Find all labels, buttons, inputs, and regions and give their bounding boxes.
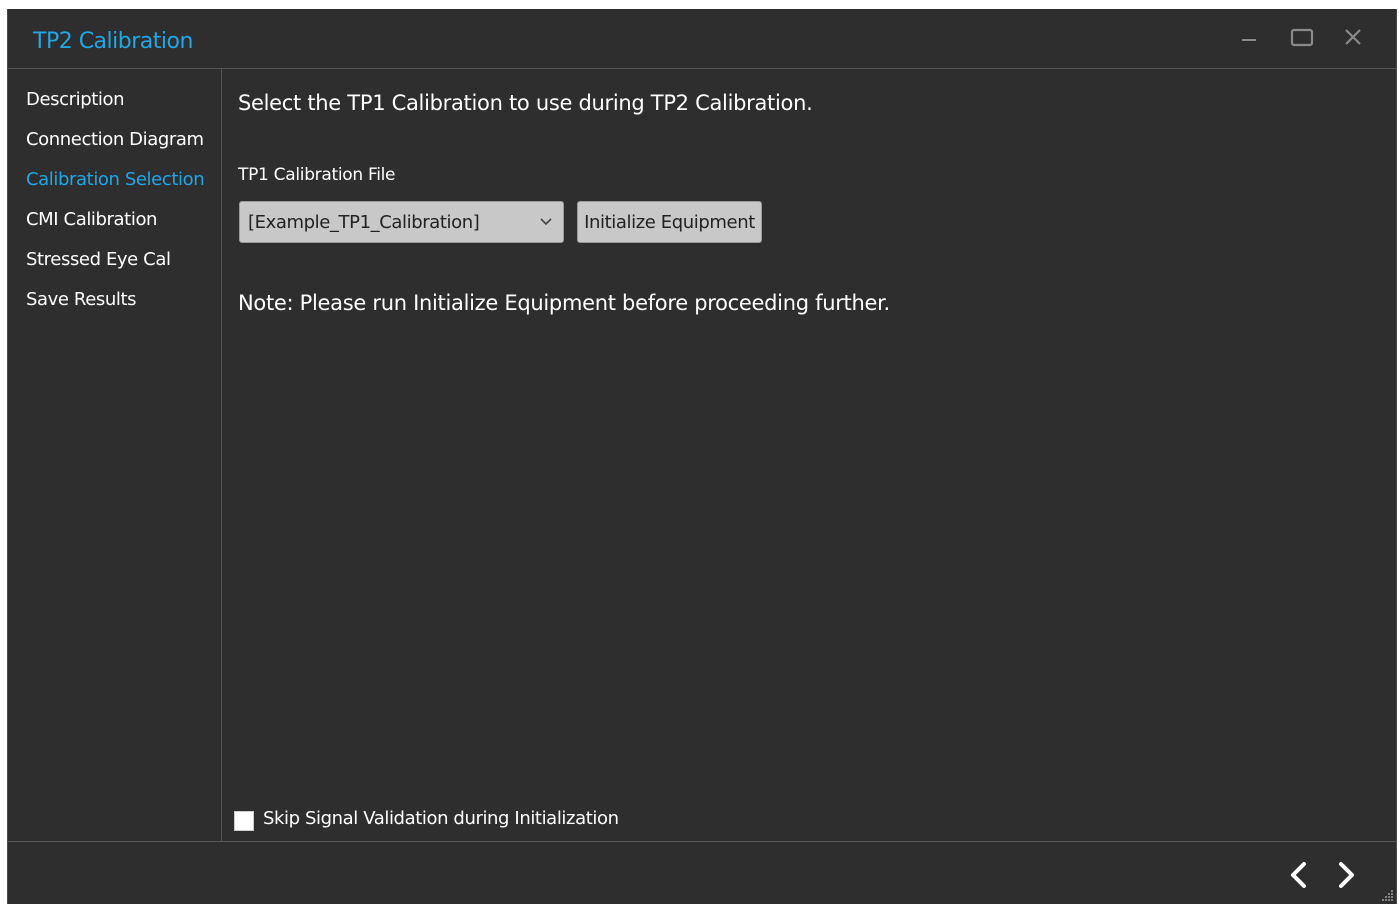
sidebar-item-cmi-calibration[interactable]: CMI Calibration xyxy=(26,209,157,230)
calibration-window: TP2 Calibration Description Connection D… xyxy=(7,9,1397,904)
main-content: Select the TP1 Calibration to use during… xyxy=(222,69,1396,841)
resize-grip-icon[interactable] xyxy=(1380,888,1394,902)
skip-signal-validation-checkbox[interactable] xyxy=(234,811,254,831)
sidebar-item-save-results[interactable]: Save Results xyxy=(26,289,137,310)
tp1-calibration-file-select[interactable]: [Example_TP1_Calibration] xyxy=(239,201,564,243)
chevron-right-icon xyxy=(1339,862,1354,888)
chevron-left-icon xyxy=(1291,862,1306,888)
initialize-equipment-button[interactable]: Initialize Equipment xyxy=(577,201,762,243)
chevron-down-icon xyxy=(540,218,552,226)
next-step-button[interactable] xyxy=(1333,860,1359,890)
sidebar-item-calibration-selection[interactable]: Calibration Selection xyxy=(26,169,205,190)
maximize-button[interactable] xyxy=(1286,23,1320,53)
wizard-footer xyxy=(8,841,1396,904)
note-text: Note: Please run Initialize Equipment be… xyxy=(238,291,890,315)
skip-signal-validation-label[interactable]: Skip Signal Validation during Initializa… xyxy=(263,808,619,829)
close-button[interactable] xyxy=(1337,23,1371,53)
sidebar-item-stressed-eye-cal[interactable]: Stressed Eye Cal xyxy=(26,249,171,270)
sidebar-item-description[interactable]: Description xyxy=(26,89,125,110)
select-value: [Example_TP1_Calibration] xyxy=(248,212,480,233)
sidebar-item-connection-diagram[interactable]: Connection Diagram xyxy=(26,129,204,150)
title-bar: TP2 Calibration xyxy=(8,9,1396,69)
minimize-icon xyxy=(1242,39,1256,41)
tp1-calibration-file-label: TP1 Calibration File xyxy=(238,165,396,185)
previous-step-button[interactable] xyxy=(1286,860,1312,890)
window-title: TP2 Calibration xyxy=(33,29,193,54)
close-icon xyxy=(1345,29,1361,45)
wizard-steps-sidebar: Description Connection Diagram Calibrati… xyxy=(8,69,222,841)
maximize-icon xyxy=(1290,28,1314,47)
minimize-button[interactable] xyxy=(1232,23,1266,53)
page-heading: Select the TP1 Calibration to use during… xyxy=(238,91,813,115)
